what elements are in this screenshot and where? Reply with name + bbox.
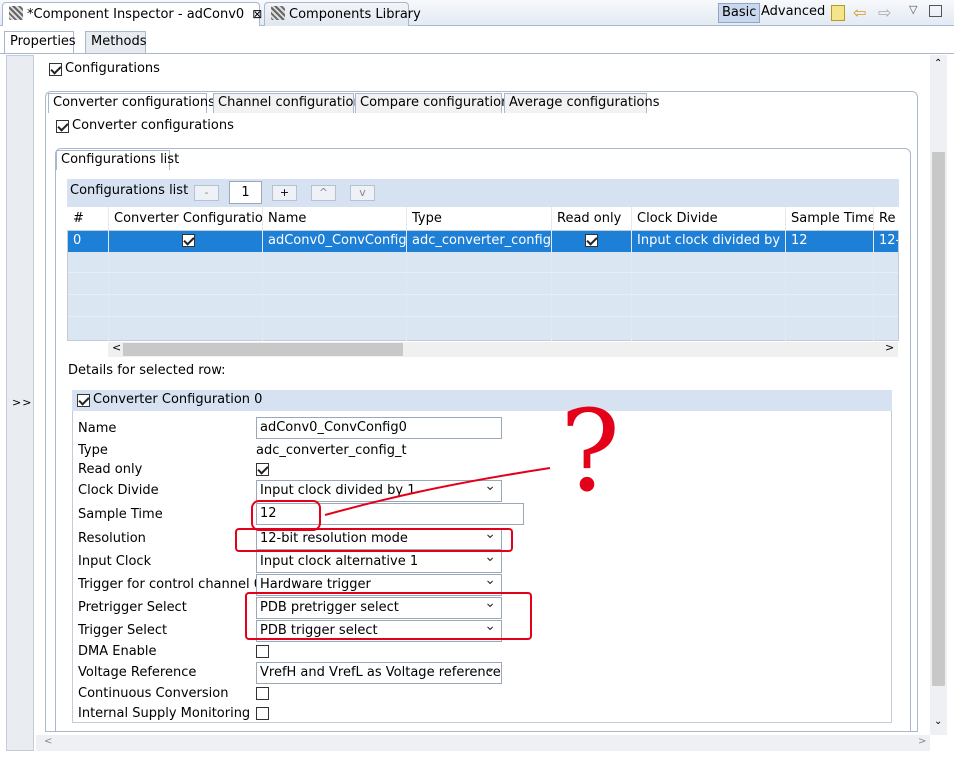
resolution-label: Resolution — [78, 531, 146, 546]
add-row-button[interactable]: + — [272, 185, 297, 201]
tab-average-configurations[interactable]: Average configurations — [504, 93, 660, 113]
row-count-field[interactable]: 1 — [229, 181, 262, 204]
col-header-type[interactable]: Type — [407, 208, 552, 230]
sample-time-label: Sample Time — [78, 507, 163, 522]
annotation-question-mark: ? — [560, 387, 621, 517]
scroll-up-icon[interactable]: ⌃ — [934, 58, 942, 69]
col-header-sample-time[interactable]: Sample Time — [786, 208, 874, 230]
move-up-button[interactable]: ^ — [311, 185, 336, 201]
cell-read-only-checkbox[interactable] — [585, 234, 598, 247]
tab-component-inspector[interactable]: *Component Inspector - adConv0 ⊠ — [2, 2, 262, 26]
cell-index: 0 — [73, 233, 82, 248]
col-header-resolution[interactable]: Re — [874, 208, 898, 230]
type-value: adc_converter_config_t — [256, 443, 407, 458]
table-scroll-thumb[interactable] — [123, 343, 403, 356]
cell-sample-time: 12 — [791, 233, 808, 248]
details-group-checkbox[interactable] — [77, 394, 90, 407]
scroll-down-icon[interactable]: ⌄ — [934, 716, 942, 727]
col-header-index[interactable]: # — [68, 208, 108, 230]
col-header-read-only[interactable]: Read only — [552, 208, 631, 230]
tab-configurations-list[interactable]: Configurations list — [56, 150, 179, 170]
voltage-reference-select[interactable]: VrefH and VrefL as Voltage reference. — [256, 662, 502, 684]
tab-methods[interactable]: Methods — [85, 31, 147, 53]
col-divider — [631, 207, 632, 341]
col-divider — [262, 207, 263, 341]
new-file-icon[interactable] — [831, 5, 845, 21]
scroll-left-icon[interactable]: < — [44, 736, 52, 747]
list-title: Configurations list — [70, 183, 189, 198]
forward-arrow-icon[interactable]: ⇨ — [878, 3, 891, 22]
advanced-mode-button[interactable]: Advanced — [761, 4, 825, 19]
tab-components-library[interactable]: Components Library — [264, 2, 421, 26]
tab-properties[interactable]: Properties — [4, 31, 76, 53]
list-toolbar — [67, 179, 899, 207]
col-header-name[interactable]: Name — [263, 208, 406, 230]
cell-converter-config-checkbox[interactable] — [182, 234, 195, 247]
annotation-trigger-box — [245, 592, 532, 640]
tab-compare-configurations[interactable]: Compare configurations — [355, 93, 516, 113]
col-divider — [406, 207, 407, 341]
cell-clock-divide: Input clock divided by 1 — [637, 233, 785, 248]
input-clock-select[interactable]: Input clock alternative 1 — [256, 551, 502, 573]
vertical-scroll-thumb[interactable] — [932, 152, 945, 686]
clock-divide-label: Clock Divide — [78, 483, 159, 498]
configurations-checkbox[interactable] — [49, 63, 62, 76]
cell-resolution: 12- — [879, 233, 898, 248]
pretrigger-select-label: Pretrigger Select — [78, 600, 187, 615]
divider — [0, 53, 954, 54]
read-only-checkbox[interactable] — [256, 463, 269, 476]
expand-sidebar-toggle[interactable]: >> — [12, 396, 32, 409]
table-scroll-right-icon[interactable]: > — [885, 341, 894, 354]
col-divider — [108, 207, 109, 341]
bottom-horizontal-scrollbar[interactable] — [36, 735, 930, 751]
view-menu-icon[interactable]: ▽ — [909, 3, 917, 16]
close-tab-icon[interactable]: ⊠ — [252, 7, 262, 21]
col-header-clock-divide[interactable]: Clock Divide — [632, 208, 785, 230]
component-icon — [271, 6, 285, 20]
trigger-control-channel-label: Trigger for control channel 0 — [78, 577, 263, 592]
basic-mode-button[interactable]: Basic — [718, 3, 761, 23]
remove-row-button[interactable]: - — [194, 185, 219, 201]
row-divider — [68, 294, 898, 295]
continuous-conversion-label: Continuous Conversion — [78, 686, 229, 701]
continuous-conversion-checkbox[interactable] — [256, 687, 269, 700]
back-arrow-icon[interactable]: ⇦ — [853, 3, 866, 22]
dma-enable-checkbox[interactable] — [256, 645, 269, 658]
table-scroll-left-icon[interactable]: < — [112, 341, 121, 354]
col-divider — [785, 207, 786, 341]
details-label: Details for selected row: — [68, 363, 226, 378]
row-divider — [68, 272, 898, 273]
name-input[interactable]: adConv0_ConvConfig0 — [256, 417, 502, 439]
col-divider — [873, 207, 874, 341]
move-down-button[interactable]: v — [350, 185, 375, 201]
converter-configurations-label: Converter configurations — [72, 118, 234, 133]
tab-channel-configurations[interactable]: Channel configurations — [213, 93, 369, 113]
internal-supply-monitoring-label: Internal Supply Monitoring — [78, 706, 251, 721]
annotation-sample-time-circle — [251, 500, 321, 531]
internal-supply-monitoring-checkbox[interactable] — [256, 707, 269, 720]
annotation-arrow-stroke — [324, 467, 551, 516]
input-clock-label: Input Clock — [78, 554, 152, 569]
converter-configurations-checkbox[interactable] — [56, 120, 69, 133]
row-divider — [68, 316, 898, 317]
details-group-title: Converter Configuration 0 — [93, 392, 263, 407]
minimize-icon[interactable] — [929, 5, 942, 17]
voltage-reference-label: Voltage Reference — [78, 665, 197, 680]
configurations-label: Configurations — [65, 61, 160, 76]
tab-converter-configurations[interactable]: Converter configurations — [48, 93, 215, 113]
name-label: Name — [78, 421, 117, 436]
col-header-converter-config[interactable]: Converter Configuration — [109, 208, 262, 230]
scroll-right-icon[interactable]: > — [918, 736, 926, 747]
cell-type: adc_converter_config_t — [412, 233, 552, 248]
cell-name: adConv0_ConvConfig0 — [268, 233, 406, 248]
read-only-label: Read only — [78, 462, 143, 477]
dma-enable-label: DMA Enable — [78, 644, 157, 659]
component-icon — [9, 6, 23, 20]
col-divider — [551, 207, 552, 341]
type-label: Type — [78, 443, 108, 458]
trigger-select-label: Trigger Select — [78, 623, 168, 638]
annotation-resolution-box — [235, 528, 513, 552]
